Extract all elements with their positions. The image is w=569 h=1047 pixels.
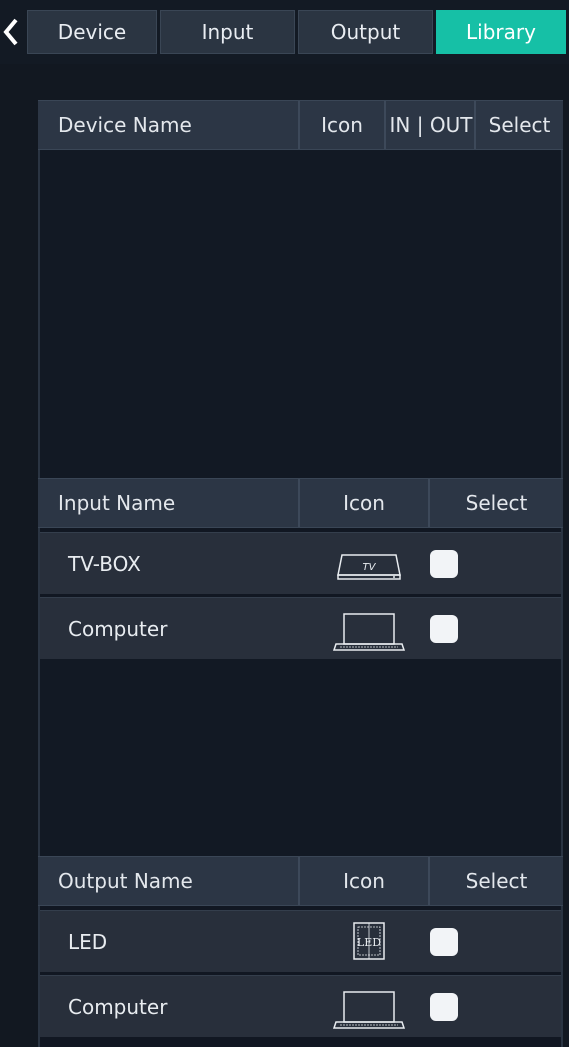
input-name-header: Input Name [58, 491, 176, 515]
led-icon-text: LED [357, 936, 381, 949]
laptop-icon [332, 984, 406, 1030]
input-row-name: Computer [68, 617, 168, 641]
output-row-led[interactable]: LED LED [40, 910, 561, 972]
input-select-checkbox[interactable] [430, 615, 458, 643]
output-name-header: Output Name [58, 869, 193, 893]
tab-output[interactable]: Output [298, 10, 433, 54]
output-row-name: Computer [68, 995, 168, 1019]
input-row-tv-box[interactable]: TV-BOX TV [40, 532, 561, 594]
output-row-computer[interactable]: Computer [40, 975, 561, 1037]
tab-input[interactable]: Input [160, 10, 295, 54]
input-list-empty [40, 659, 561, 856]
output-select-checkbox[interactable] [430, 928, 458, 956]
input-select-checkbox[interactable] [430, 550, 458, 578]
device-name-header: Device Name [58, 113, 192, 137]
laptop-icon [332, 606, 406, 652]
output-select-header: Select [428, 857, 563, 905]
output-select-checkbox[interactable] [430, 993, 458, 1021]
device-table-header: Device Name Icon IN | OUT Select [38, 100, 563, 150]
output-row-name: LED [68, 930, 108, 954]
tab-device[interactable]: Device [27, 10, 157, 54]
input-icon-header: Icon [298, 479, 428, 527]
top-tab-bar: Device Input Output Library [0, 0, 569, 64]
device-select-header: Select [474, 101, 563, 149]
input-select-header: Select [428, 479, 563, 527]
input-table-header: Input Name Icon Select [38, 478, 563, 528]
device-list-empty [40, 150, 561, 478]
back-arrow-icon[interactable] [0, 14, 22, 50]
input-row-computer[interactable]: Computer [40, 597, 561, 659]
output-icon-header: Icon [298, 857, 428, 905]
device-icon-header: Icon [298, 101, 384, 149]
input-row-name: TV-BOX [68, 552, 141, 576]
tv-box-icon: TV [332, 541, 406, 587]
tv-box-icon-text: TV [363, 562, 377, 573]
led-screen-icon: LED [332, 919, 406, 965]
tab-library[interactable]: Library [436, 10, 566, 54]
output-table-header: Output Name Icon Select [38, 856, 563, 906]
device-in-out-header: IN | OUT [384, 101, 476, 149]
